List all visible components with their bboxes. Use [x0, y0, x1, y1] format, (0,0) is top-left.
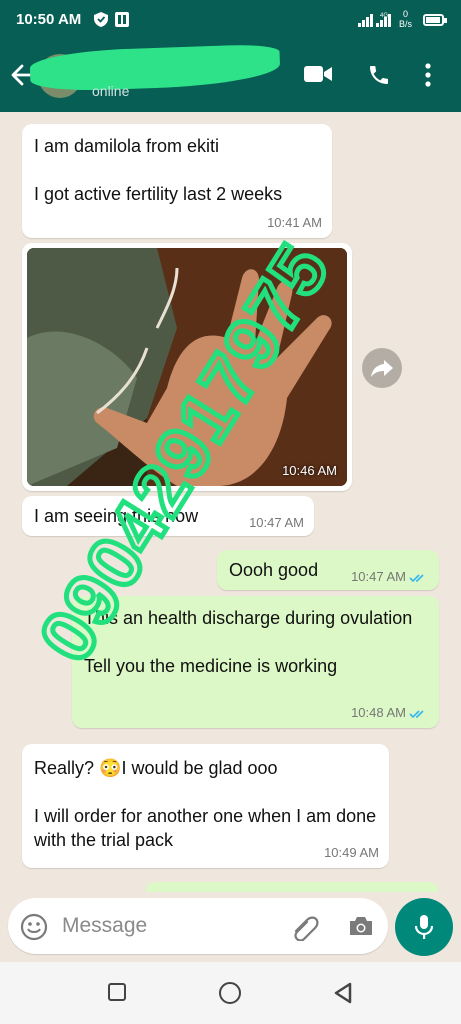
message-time: 10:48 AM	[351, 705, 406, 720]
message-text: This an health discharge during ovulatio…	[84, 608, 413, 676]
message-text: I am damilola from ekiti I got active fe…	[34, 136, 283, 204]
system-navigation-bar	[0, 962, 461, 1024]
speed-unit: B/s	[399, 19, 413, 29]
message-text: I am seeing this now	[34, 506, 199, 526]
signal-4g-icon: 4G	[376, 13, 391, 27]
composer-bar: Message	[0, 892, 461, 962]
message-input-box[interactable]: Message	[8, 898, 388, 954]
message-outgoing[interactable]: Oooh good 10:47 AM	[217, 550, 439, 590]
shield-icon	[94, 12, 108, 27]
home-button[interactable]	[219, 982, 241, 1004]
message-outgoing[interactable]: This an health discharge during ovulatio…	[72, 596, 439, 728]
message-time: 10:46 AM	[282, 463, 337, 478]
read-receipt-icon	[409, 709, 424, 718]
signal-icon	[358, 14, 373, 27]
speed-value: 0	[403, 9, 409, 19]
recents-button[interactable]	[108, 983, 126, 1001]
app-notification-icon	[115, 12, 129, 27]
battery-icon	[423, 14, 447, 26]
message-text: Really? 😳I would be glad ooo I will orde…	[34, 758, 377, 850]
status-bar: 10:50 AM 4G 0 B/s	[0, 0, 461, 40]
microphone-icon	[414, 915, 434, 939]
photo-attachment[interactable]: 10:46 AM	[27, 248, 347, 486]
read-receipt-icon	[409, 573, 424, 582]
message-outgoing-partial[interactable]	[145, 882, 439, 892]
message-time: 10:47 AM	[351, 569, 406, 584]
forward-button[interactable]	[362, 348, 402, 388]
contact-status: online	[92, 83, 130, 99]
message-input[interactable]: Message	[62, 914, 147, 938]
network-speed: 0 B/s	[399, 9, 412, 29]
message-time: 10:41 AM	[267, 215, 322, 230]
message-incoming[interactable]: I am damilola from ekiti I got active fe…	[22, 124, 332, 238]
message-time: 10:49 AM	[324, 845, 379, 860]
system-back-icon[interactable]	[333, 982, 353, 1004]
clock: 10:50 AM	[16, 11, 82, 28]
message-text: Oooh good	[229, 560, 319, 580]
chat-thread[interactable]: I am damilola from ekiti I got active fe…	[0, 112, 461, 892]
message-incoming[interactable]: Really? 😳I would be glad ooo I will orde…	[22, 744, 389, 868]
chat-header: online	[0, 40, 461, 112]
voice-call-icon[interactable]	[367, 63, 391, 87]
camera-icon[interactable]	[348, 915, 374, 937]
message-time: 10:47 AM	[249, 515, 304, 530]
voice-message-button[interactable]	[395, 898, 453, 956]
more-options-icon[interactable]	[424, 62, 432, 88]
message-time-status: 10:48 AM	[351, 705, 429, 720]
video-call-icon[interactable]	[304, 64, 332, 84]
message-time-status: 10:47 AM	[351, 569, 429, 584]
attach-icon[interactable]	[290, 913, 320, 941]
redaction-scribble	[29, 43, 281, 93]
photo-image	[27, 248, 347, 486]
message-incoming-image[interactable]: 10:46 AM	[22, 243, 352, 491]
emoji-icon[interactable]	[20, 913, 48, 941]
forward-icon	[371, 360, 393, 377]
message-incoming[interactable]: I am seeing this now 10:47 AM	[22, 496, 314, 536]
